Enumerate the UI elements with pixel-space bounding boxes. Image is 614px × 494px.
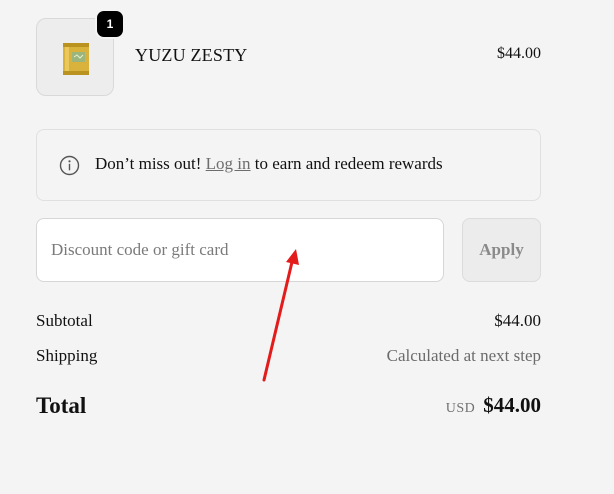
discount-code-input[interactable]: [36, 218, 444, 282]
info-icon: [59, 155, 80, 176]
cart-line-item: 1 YUZU ZESTY $44.00: [36, 11, 541, 98]
rewards-banner: Don’t miss out! Log in to earn and redee…: [36, 129, 541, 201]
product-name: YUZU ZESTY: [135, 45, 248, 65]
rewards-message: Don’t miss out! Log in to earn and redee…: [95, 154, 443, 174]
shipping-label: Shipping: [36, 346, 98, 365]
rewards-prefix: Don’t miss out!: [95, 154, 206, 173]
currency-code: USD: [445, 401, 476, 416]
quantity-badge: 1: [97, 11, 123, 37]
total-amount-group: USD $44.00: [446, 393, 541, 418]
rewards-suffix: to earn and redeem rewards: [250, 154, 443, 173]
apply-button[interactable]: Apply: [462, 218, 541, 282]
yuzu-can-icon: [63, 43, 89, 75]
subtotal-label: Subtotal: [36, 311, 93, 330]
log-in-link[interactable]: Log in: [206, 154, 251, 173]
product-price: $44.00: [497, 45, 541, 62]
total-amount: $44.00: [483, 393, 541, 417]
total-row: Total USD $44.00: [36, 393, 541, 423]
subtotal-value: $44.00: [494, 311, 541, 330]
shipping-value: Calculated at next step: [386, 346, 541, 365]
total-label: Total: [36, 393, 87, 418]
